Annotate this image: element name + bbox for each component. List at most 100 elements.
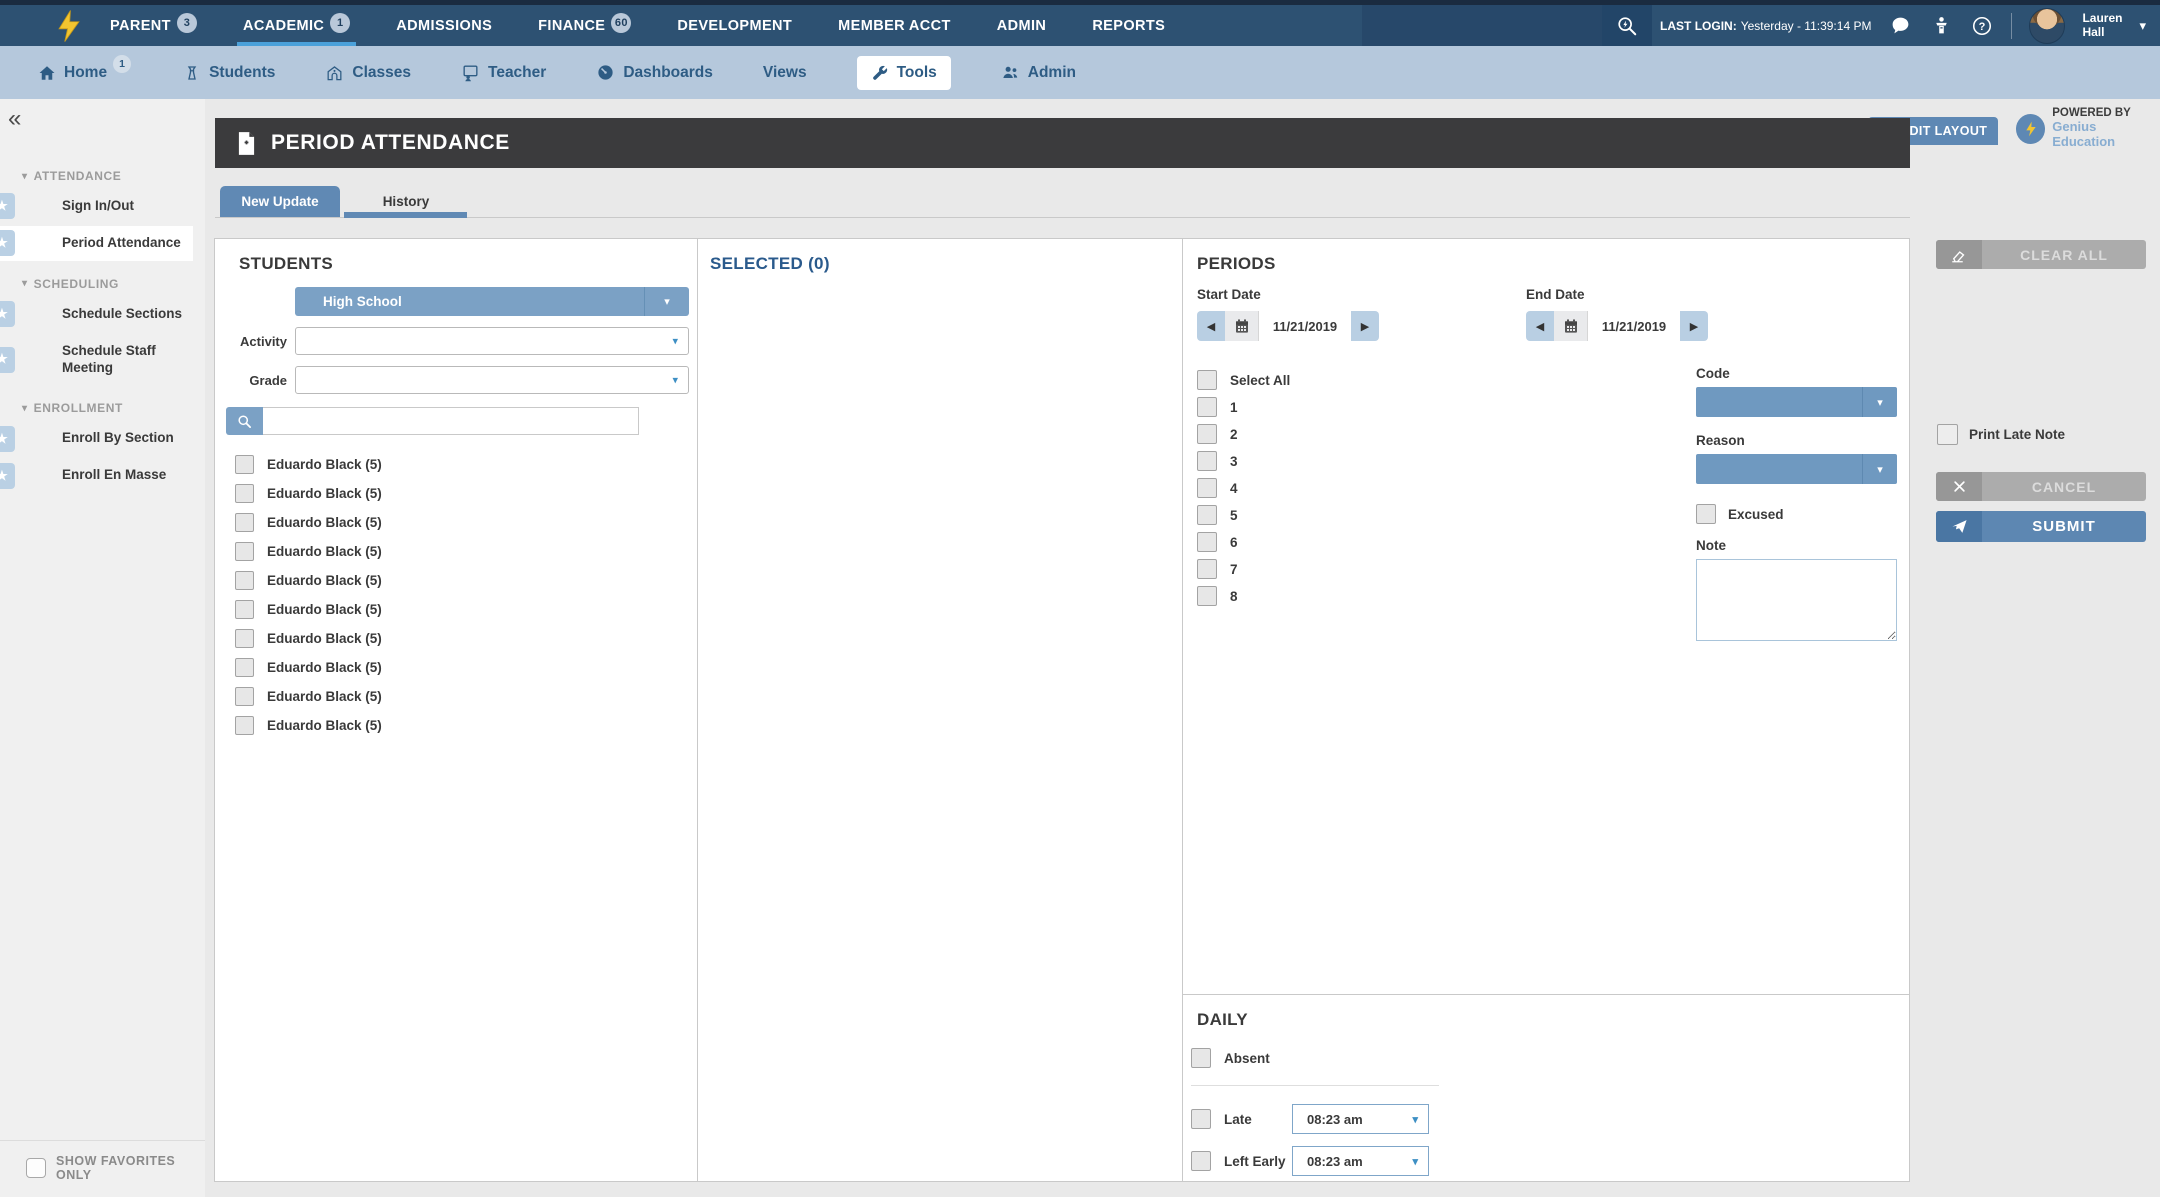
top-nav-member-acct[interactable]: MEMBER ACCT bbox=[838, 5, 951, 46]
app-logo-bolt-icon[interactable] bbox=[52, 9, 86, 43]
student-checkbox[interactable] bbox=[235, 629, 254, 648]
excused-row[interactable]: Excused bbox=[1696, 504, 1897, 524]
student-row[interactable]: Eduardo Black (5) bbox=[215, 711, 697, 740]
sidebar-section-enrollment[interactable]: ▾ ENROLLMENT bbox=[22, 401, 205, 415]
top-nav-development[interactable]: DEVELOPMENT bbox=[677, 5, 792, 46]
left-early-time-select[interactable]: 08:23 am ▾ bbox=[1292, 1146, 1429, 1176]
print-late-note-row[interactable]: Print Late Note bbox=[1937, 424, 2065, 445]
activity-select[interactable]: ▾ bbox=[295, 327, 689, 355]
late-time-select[interactable]: 08:23 am ▾ bbox=[1292, 1104, 1429, 1134]
student-checkbox[interactable] bbox=[235, 484, 254, 503]
absent-row[interactable]: Absent bbox=[1183, 1048, 1909, 1068]
note-textarea[interactable] bbox=[1696, 559, 1897, 641]
user-menu-caret-icon[interactable]: ▾ bbox=[2139, 18, 2146, 34]
subnav-teacher[interactable]: Teacher bbox=[461, 63, 546, 82]
school-select[interactable]: High School ▾ bbox=[295, 287, 689, 316]
subnav-admin[interactable]: Admin bbox=[1001, 63, 1076, 82]
top-nav-finance[interactable]: FINANCE 60 bbox=[538, 5, 631, 46]
brand-name[interactable]: Genius Education bbox=[2052, 120, 2160, 150]
sidebar-item-schedule-sections[interactable]: ★ Schedule Sections bbox=[0, 297, 205, 332]
code-select[interactable]: ▾ bbox=[1696, 387, 1897, 417]
student-row[interactable]: Eduardo Black (5) bbox=[215, 566, 697, 595]
top-nav-admissions[interactable]: ADMISSIONS bbox=[396, 5, 492, 46]
top-nav-admin[interactable]: ADMIN bbox=[997, 5, 1047, 46]
sidebar-item-sign-in-out[interactable]: ★ Sign In/Out bbox=[0, 189, 205, 224]
sidebar-item-enroll-en-masse[interactable]: ★ Enroll En Masse bbox=[0, 458, 205, 493]
tab-new-update[interactable]: New Update bbox=[220, 186, 340, 217]
top-nav-parent[interactable]: PARENT 3 bbox=[110, 5, 197, 46]
sidebar-section-scheduling[interactable]: ▾ SCHEDULING bbox=[22, 277, 205, 291]
subnav-classes[interactable]: Classes bbox=[325, 63, 411, 82]
favorite-star-icon[interactable]: ★ bbox=[0, 301, 15, 327]
student-row[interactable]: Eduardo Black (5) bbox=[215, 479, 697, 508]
absent-checkbox[interactable] bbox=[1191, 1048, 1211, 1068]
submit-button[interactable]: SUBMIT bbox=[1936, 511, 2146, 542]
favorite-star-icon[interactable]: ★ bbox=[0, 463, 15, 489]
subnav-home[interactable]: Home 1 bbox=[38, 64, 133, 82]
favorite-star-icon[interactable]: ★ bbox=[0, 230, 15, 256]
clear-all-button[interactable]: CLEAR ALL bbox=[1936, 240, 2146, 269]
student-checkbox[interactable] bbox=[235, 513, 254, 532]
global-search-field[interactable] bbox=[1362, 5, 1602, 46]
top-nav-academic[interactable]: ACADEMIC 1 bbox=[243, 5, 350, 46]
student-row[interactable]: Eduardo Black (5) bbox=[215, 653, 697, 682]
student-checkbox[interactable] bbox=[235, 571, 254, 590]
print-late-note-checkbox[interactable] bbox=[1937, 424, 1958, 445]
chat-icon[interactable] bbox=[1888, 14, 1912, 38]
late-checkbox[interactable] bbox=[1191, 1109, 1211, 1129]
next-day-button[interactable]: ▶ bbox=[1351, 320, 1379, 333]
period-row[interactable]: 6 bbox=[1197, 532, 1290, 552]
period-row[interactable]: 4 bbox=[1197, 478, 1290, 498]
calendar-icon[interactable] bbox=[1554, 311, 1588, 341]
student-checkbox[interactable] bbox=[235, 687, 254, 706]
favorite-star-icon[interactable]: ★ bbox=[0, 347, 15, 373]
period-checkbox[interactable] bbox=[1197, 586, 1217, 606]
student-row[interactable]: Eduardo Black (5) bbox=[215, 450, 697, 479]
student-row[interactable]: Eduardo Black (5) bbox=[215, 537, 697, 566]
student-row[interactable]: Eduardo Black (5) bbox=[215, 624, 697, 653]
sidebar-collapse-icon[interactable]: « bbox=[8, 107, 21, 131]
lectern-icon[interactable] bbox=[1929, 14, 1953, 38]
subnav-views[interactable]: Views bbox=[763, 64, 807, 82]
student-row[interactable]: Eduardo Black (5) bbox=[215, 595, 697, 624]
favorite-star-icon[interactable]: ★ bbox=[0, 426, 15, 452]
period-row[interactable]: 2 bbox=[1197, 424, 1290, 444]
calendar-icon[interactable] bbox=[1225, 311, 1259, 341]
student-row[interactable]: Eduardo Black (5) bbox=[215, 682, 697, 711]
top-nav-reports[interactable]: REPORTS bbox=[1092, 5, 1165, 46]
grade-select[interactable]: ▾ bbox=[295, 366, 689, 394]
next-day-button[interactable]: ▶ bbox=[1680, 320, 1708, 333]
sidebar-item-period-attendance[interactable]: ★ Period Attendance bbox=[0, 226, 193, 261]
period-checkbox[interactable] bbox=[1197, 451, 1217, 471]
period-row[interactable]: 1 bbox=[1197, 397, 1290, 417]
sidebar-item-schedule-staff-meeting[interactable]: ★ Schedule Staff Meeting bbox=[0, 334, 205, 386]
prev-day-button[interactable]: ◀ bbox=[1197, 320, 1225, 333]
subnav-students[interactable]: Students bbox=[183, 64, 275, 82]
sidebar-section-attendance[interactable]: ▾ ATTENDANCE bbox=[22, 169, 205, 183]
student-checkbox[interactable] bbox=[235, 716, 254, 735]
period-checkbox[interactable] bbox=[1197, 397, 1217, 417]
user-name[interactable]: Lauren Hall bbox=[2082, 12, 2122, 40]
student-checkbox[interactable] bbox=[235, 658, 254, 677]
student-checkbox[interactable] bbox=[235, 455, 254, 474]
period-row[interactable]: 8 bbox=[1197, 586, 1290, 606]
tab-history[interactable]: History bbox=[344, 186, 467, 217]
excused-checkbox[interactable] bbox=[1696, 504, 1716, 524]
end-date-value[interactable]: 11/21/2019 bbox=[1588, 311, 1680, 341]
prev-day-button[interactable]: ◀ bbox=[1526, 320, 1554, 333]
subnav-tools[interactable]: Tools bbox=[857, 56, 951, 90]
select-all-checkbox[interactable] bbox=[1197, 370, 1217, 390]
period-row[interactable]: 7 bbox=[1197, 559, 1290, 579]
student-search-input[interactable] bbox=[263, 407, 639, 435]
start-date-value[interactable]: 11/21/2019 bbox=[1259, 311, 1351, 341]
reason-select[interactable]: ▾ bbox=[1696, 454, 1897, 484]
favorite-star-icon[interactable]: ★ bbox=[0, 193, 15, 219]
global-search-icon[interactable] bbox=[1602, 5, 1652, 46]
select-all-row[interactable]: Select All bbox=[1197, 370, 1290, 390]
period-checkbox[interactable] bbox=[1197, 478, 1217, 498]
period-row[interactable]: 5 bbox=[1197, 505, 1290, 525]
cancel-button[interactable]: CANCEL bbox=[1936, 472, 2146, 501]
period-checkbox[interactable] bbox=[1197, 424, 1217, 444]
sidebar-item-enroll-by-section[interactable]: ★ Enroll By Section bbox=[0, 421, 205, 456]
period-checkbox[interactable] bbox=[1197, 532, 1217, 552]
